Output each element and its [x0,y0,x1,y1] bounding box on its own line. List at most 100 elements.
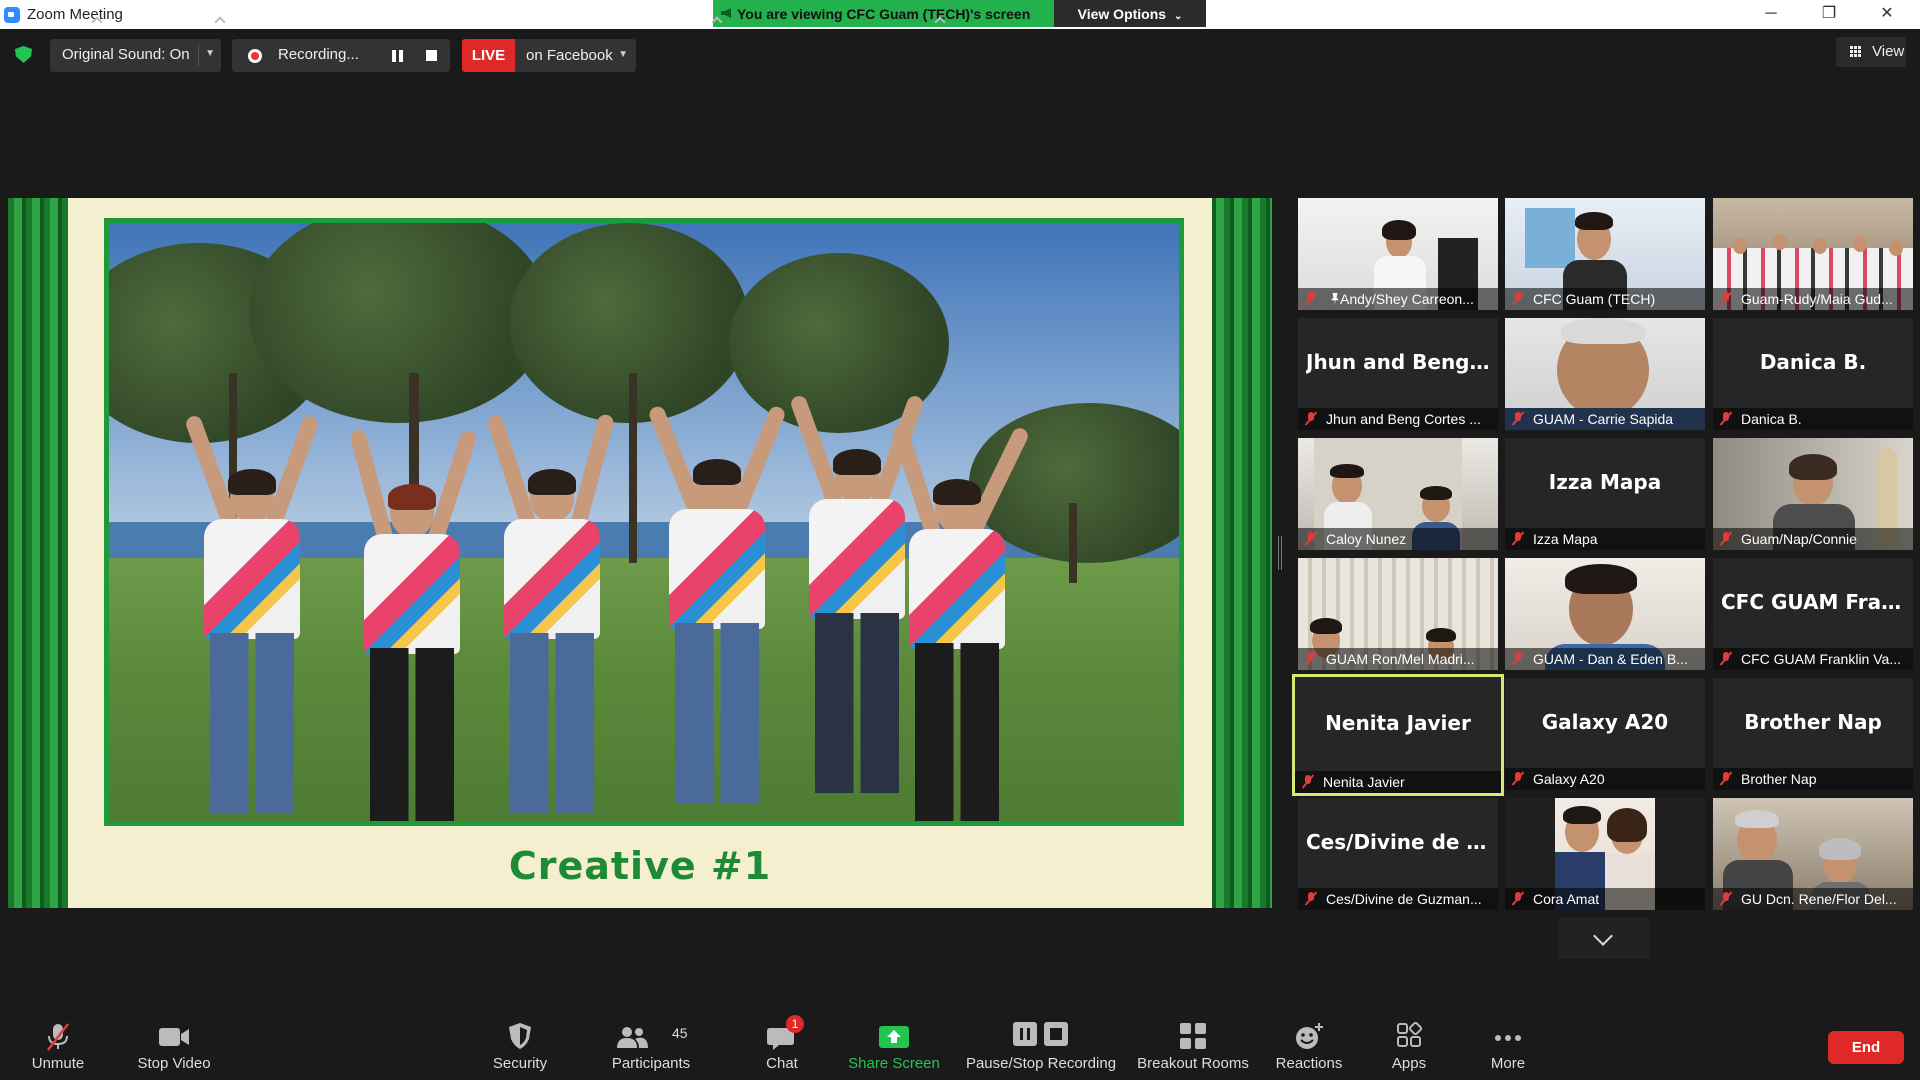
participant-name-label: Galaxy A20 [1505,768,1705,790]
microphone-muted-icon [47,1023,69,1051]
participant-tile[interactable]: GUAM Ron/Mel Madri... [1298,558,1498,670]
chevron-down-icon: ▼ [618,49,628,60]
more-button[interactable]: More [1476,1012,1540,1076]
participants-count: 45 [672,1025,688,1041]
participant-tile[interactable]: GUAM - Dan & Eden B... [1505,558,1705,670]
microphone-muted-icon [1512,532,1524,545]
security-label: Security [492,1055,548,1072]
microphone-muted-icon [1305,892,1317,905]
split-resize-handle[interactable] [1278,536,1282,570]
participant-tile[interactable]: Andy/Shey Carreon... [1298,198,1498,310]
participant-tile[interactable]: Guam-Rudy/Maia Gud... [1713,198,1913,310]
participants-button[interactable]: 45 Participants [604,1012,698,1076]
stop-recording-icon[interactable] [426,50,437,61]
curtain-right [1212,198,1272,908]
breakout-rooms-label: Breakout Rooms [1137,1055,1249,1072]
chevron-down-icon[interactable]: ▼ [205,48,215,59]
more-label: More [1490,1055,1526,1072]
reactions-emoji-icon [1296,1023,1323,1049]
microphone-muted-icon [1720,412,1732,425]
participant-tile[interactable]: Brother Nap Brother Nap [1713,678,1913,790]
microphone-muted-icon [1720,892,1732,905]
microphone-muted-icon [1302,775,1314,788]
slide-caption: Creative #1 [508,844,772,888]
shared-photo [104,218,1184,826]
apps-button[interactable]: Apps [1378,1012,1440,1076]
participant-tile[interactable]: CFC Guam (TECH) [1505,198,1705,310]
microphone-muted-icon [1512,292,1524,305]
participant-tile[interactable]: Caloy Nunez [1298,438,1498,550]
end-meeting-button[interactable]: End [1828,1031,1904,1064]
participant-name-label: GUAM Ron/Mel Madri... [1298,648,1498,670]
title-bar: Zoom Meeting You are viewing CFC Guam (T… [0,0,1920,29]
original-sound-label: Original Sound: On [62,46,190,63]
security-shield-icon [509,1023,531,1049]
recording-indicator: Recording... [232,39,450,72]
restore-button[interactable]: ❐ [1809,3,1849,25]
participant-name-label: GUAM - Dan & Eden B... [1505,648,1705,670]
apps-label: Apps [1391,1055,1427,1072]
microphone-muted-icon [1305,652,1317,665]
share-banner-text: You are viewing CFC Guam (TECH)'s screen [737,6,1031,22]
chat-button[interactable]: 1 Chat [750,1012,814,1076]
stop-video-button[interactable]: Stop Video [128,1012,220,1076]
participant-tile[interactable]: Galaxy A20 Galaxy A20 [1505,678,1705,790]
participant-tile[interactable]: Ces/Divine de G... Ces/Divine de Guzman..… [1298,798,1498,910]
participant-name-label: Danica B. [1713,408,1913,430]
breakout-rooms-button[interactable]: Breakout Rooms [1134,1012,1252,1076]
microphone-muted-icon [1720,652,1732,665]
share-banner: You are viewing CFC Guam (TECH)'s screen [713,0,1054,27]
participant-tile[interactable]: GU Dcn. Rene/Flor Del... [1713,798,1913,910]
chevron-down-icon: ⌄ [1173,11,1183,22]
microphone-muted-icon [1305,292,1317,305]
participant-name-label: GUAM - Carrie Sapida [1505,408,1705,430]
unmute-label: Unmute [31,1055,85,1072]
zoom-logo-icon [4,7,20,23]
share-screen-button[interactable]: Share Screen [843,1012,945,1076]
video-camera-icon [159,1028,189,1046]
curtain-left [8,198,68,908]
participant-tile[interactable]: Jhun and Beng... Jhun and Beng Cortes ... [1298,318,1498,430]
pause-recording-icon[interactable] [392,50,403,62]
view-options-button[interactable]: View Options ⌄ [1054,0,1206,27]
participant-tile[interactable]: CFC GUAM Fran... CFC GUAM Franklin Va... [1713,558,1913,670]
live-stream-indicator[interactable]: LIVE on Facebook ▼ [462,39,636,72]
participant-tile[interactable]: Guam/Nap/Connie [1713,438,1913,550]
microphone-muted-icon [1512,412,1524,425]
participant-tile[interactable]: Cora Amat [1505,798,1705,910]
minimize-button[interactable]: ─ [1751,3,1791,25]
pause-stop-recording-label: Pause/Stop Recording [965,1055,1117,1072]
participant-tile[interactable]: GUAM - Carrie Sapida [1505,318,1705,430]
participant-name-label: CFC GUAM Franklin Va... [1713,648,1913,670]
window-title: Zoom Meeting [27,6,123,23]
microphone-muted-icon [1305,412,1317,425]
unmute-button[interactable]: Unmute [18,1012,98,1076]
participant-name-label: Nenita Javier [1295,771,1501,793]
microphone-muted-icon [1512,652,1524,665]
microphone-muted-icon [1720,292,1732,305]
participant-tile[interactable]: Izza Mapa Izza Mapa [1505,438,1705,550]
live-badge: LIVE [462,39,515,72]
pause-stop-recording-button[interactable]: Pause/Stop Recording [964,1012,1118,1076]
close-button[interactable]: ✕ [1867,3,1907,25]
share-screen-icon [879,1026,909,1048]
chat-unread-badge: 1 [786,1015,804,1033]
participant-tile[interactable]: Nenita Javier Nenita Javier [1292,674,1504,796]
speaker-icon [721,8,731,18]
live-target-label: on Facebook [526,47,613,64]
participant-name-label: Ces/Divine de Guzman... [1298,888,1498,910]
grid-icon [1850,46,1862,58]
reactions-button[interactable]: Reactions [1268,1012,1350,1076]
pause-stop-icon [1013,1022,1068,1046]
participant-name-label: Caloy Nunez [1298,528,1498,550]
security-button[interactable]: Security [484,1012,556,1076]
participant-tile[interactable]: Danica B. Danica B. [1713,318,1913,430]
participant-name-label: Izza Mapa [1505,528,1705,550]
gallery-scroll-down-button[interactable] [1558,917,1650,959]
view-button[interactable]: View [1836,37,1906,67]
encryption-shield-icon[interactable] [15,46,32,63]
view-label: View [1872,43,1905,60]
participants-label: Participants [611,1055,691,1072]
divider [198,45,199,66]
original-sound-button[interactable]: Original Sound: On ▼ [50,39,221,72]
